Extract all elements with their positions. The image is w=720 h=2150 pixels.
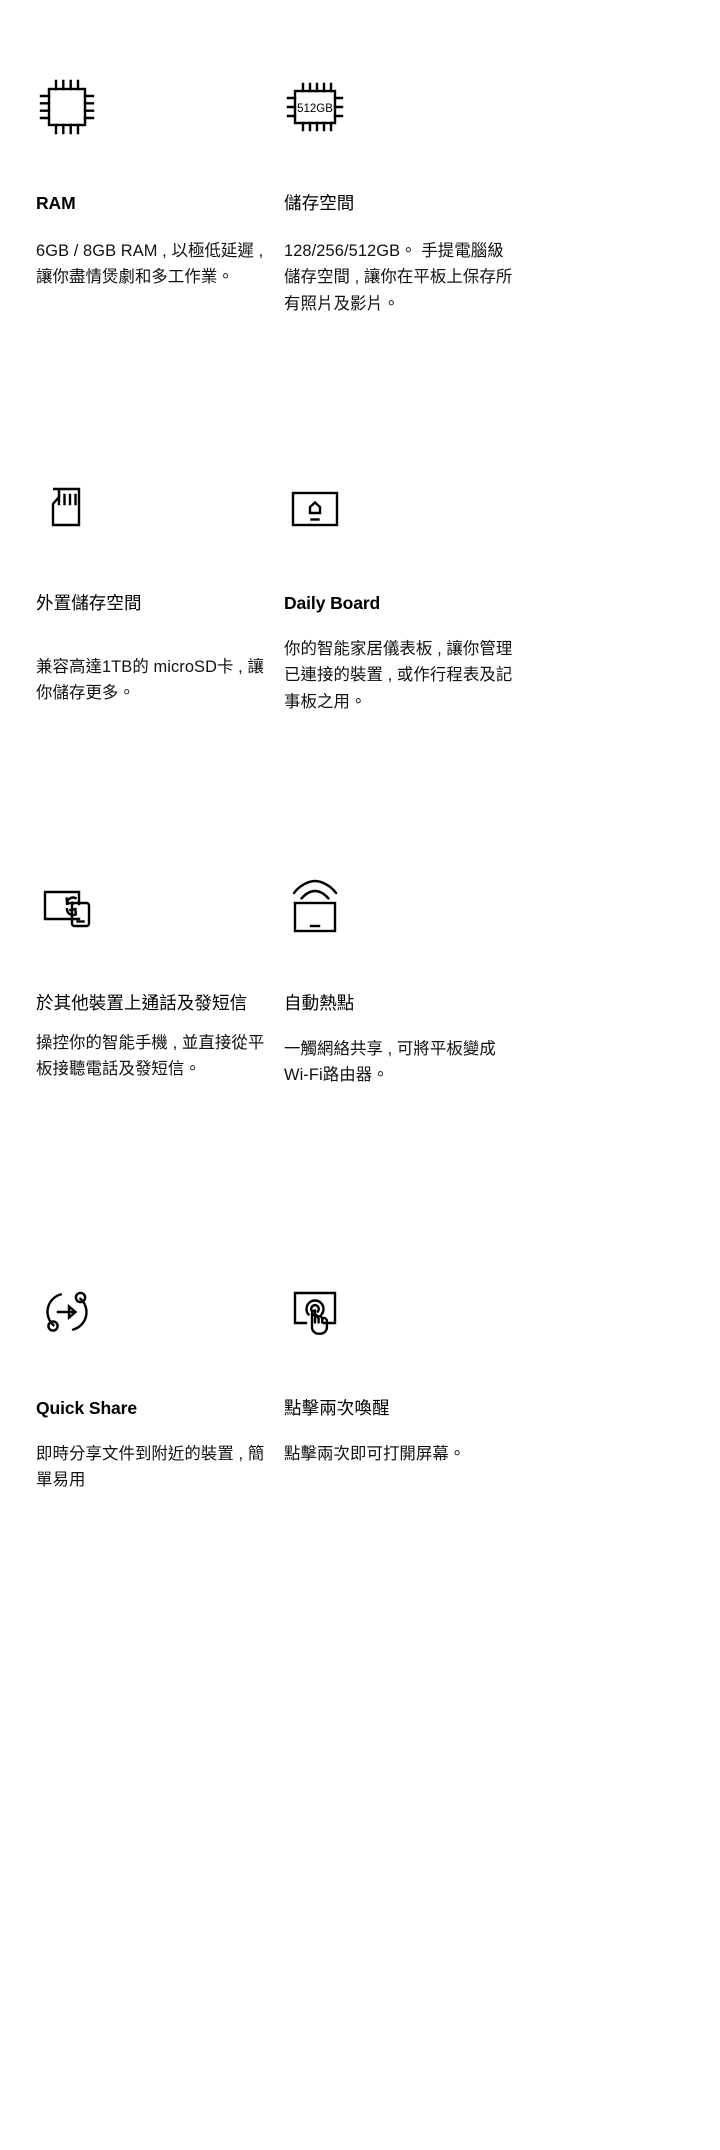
feature-body: 點擊兩次即可打開屏幕。 xyxy=(284,1444,466,1463)
chip-512gb-icon: 512GB xyxy=(284,62,520,138)
chip-capacity-label: 512GB xyxy=(297,103,333,115)
feature-card-call-sms: 於其他裝置上通話及發短信 操控你的智能手機 , 並直接從平板接聽電話及發短信。 xyxy=(36,862,284,1267)
feature-title: 儲存空間 xyxy=(284,193,355,213)
feature-title: Daily Board xyxy=(284,593,381,613)
feature-body: 即時分享文件到附近的裝置 , 簡單易用 xyxy=(36,1444,265,1490)
auto-hotspot-icon xyxy=(284,862,520,938)
feature-card-daily-board: Daily Board 你的智能家居儀表板 , 讓你管理已連接的裝置 , 或作行… xyxy=(284,462,532,862)
feature-body: 一觸網絡共享 , 可將平板變成Wi-Fi路由器。 xyxy=(284,1039,496,1085)
chip-icon xyxy=(36,62,272,138)
feature-card-double-tap-wake: 點擊兩次喚醒 點擊兩次即可打開屏幕。 xyxy=(284,1267,532,1567)
feature-card-ram: RAM 6GB / 8GB RAM , 以極低延遲 , 讓你盡情煲劇和多工作業。 xyxy=(36,62,284,462)
feature-body: 兼容高達1TB的 microSD卡 , 讓你儲存更多。 xyxy=(36,657,264,703)
feature-body: 操控你的智能手機 , 並直接從平板接聽電話及發短信。 xyxy=(36,1033,265,1079)
feature-title: 外置儲存空間 xyxy=(36,593,142,613)
feature-body: 128/256/512GB。 手提電腦級儲存空間 , 讓你在平板上保存所有照片及… xyxy=(284,241,513,313)
feature-card-auto-hotspot: 自動熱點 一觸網絡共享 , 可將平板變成Wi-Fi路由器。 xyxy=(284,862,532,1267)
feature-title: RAM xyxy=(36,193,76,213)
feature-grid: RAM 6GB / 8GB RAM , 以極低延遲 , 讓你盡情煲劇和多工作業。… xyxy=(0,0,720,1567)
quick-share-icon xyxy=(36,1267,272,1343)
feature-title: 點擊兩次喚醒 xyxy=(284,1398,390,1418)
feature-title: 於其他裝置上通話及發短信 xyxy=(36,993,248,1013)
feature-title: Quick Share xyxy=(36,1398,138,1418)
feature-title: 自動熱點 xyxy=(284,993,355,1013)
feature-card-storage: 512GB 儲存空間 128/256/512GB。 手提電腦級儲存空間 , 讓你… xyxy=(284,62,532,462)
daily-board-icon xyxy=(284,462,520,538)
feature-body: 你的智能家居儀表板 , 讓你管理已連接的裝置 , 或作行程表及記事板之用。 xyxy=(284,639,513,711)
feature-card-quick-share: Quick Share 即時分享文件到附近的裝置 , 簡單易用 xyxy=(36,1267,284,1567)
double-tap-wake-icon xyxy=(284,1267,520,1343)
feature-body: 6GB / 8GB RAM , 以極低延遲 , 讓你盡情煲劇和多工作業。 xyxy=(36,241,264,287)
feature-grid-page: RAM 6GB / 8GB RAM , 以極低延遲 , 讓你盡情煲劇和多工作業。… xyxy=(0,0,720,2150)
feature-card-external-storage: 外置儲存空間 兼容高達1TB的 microSD卡 , 讓你儲存更多。 xyxy=(36,462,284,862)
microsd-card-icon xyxy=(36,462,272,538)
call-sms-transfer-icon xyxy=(36,862,272,938)
